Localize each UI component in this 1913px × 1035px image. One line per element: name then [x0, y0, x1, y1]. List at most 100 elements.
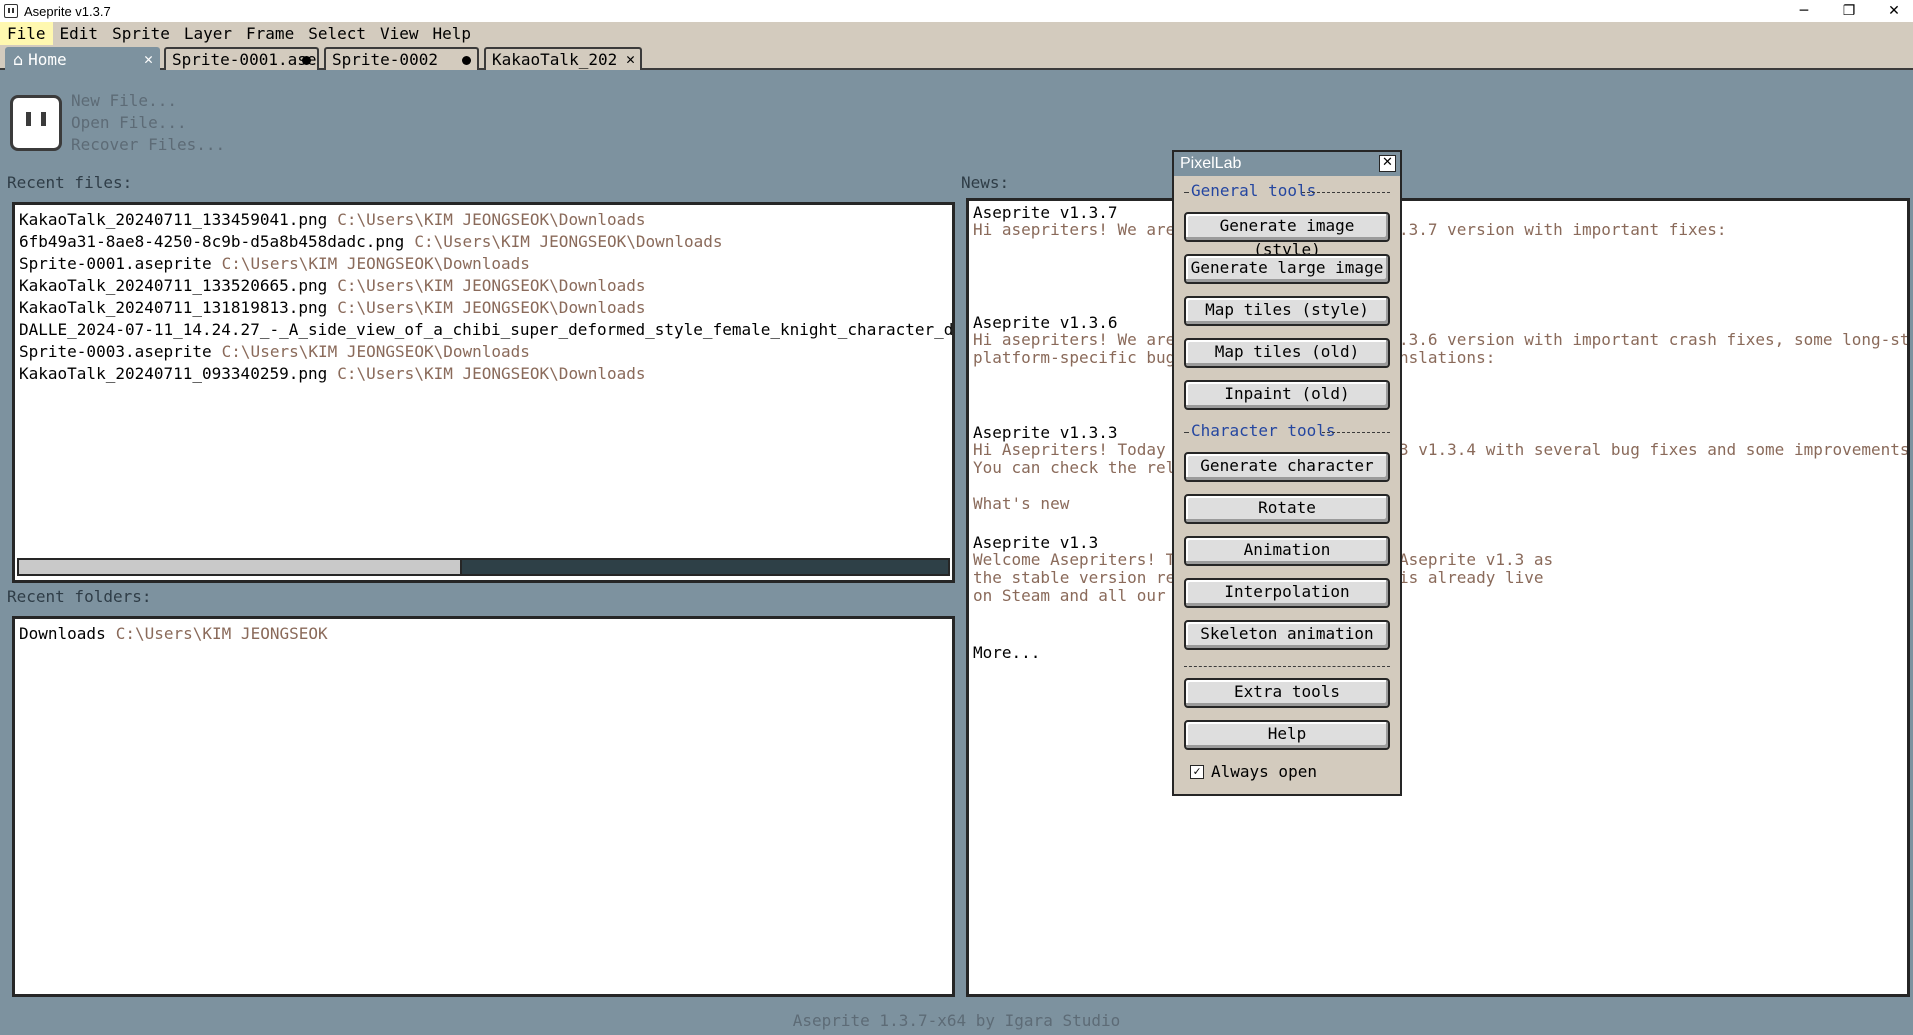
minimize-button[interactable]: ─	[1781, 0, 1827, 22]
news-text: is already live	[1399, 568, 1544, 587]
tab-home[interactable]: ⌂ Home ✕	[5, 47, 160, 70]
maximize-button[interactable]: ❐	[1826, 0, 1872, 22]
window-title: Aseprite v1.3.7	[24, 3, 111, 19]
menu-help[interactable]: Help	[426, 22, 479, 45]
list-item[interactable]: KakaoTalk_20240711_133520665.png C:\Users…	[19, 275, 646, 297]
news-text: 3 v1.3.4 with several bug fixes and some…	[1399, 440, 1910, 459]
file-path: C:\Users\KIM JEONGSEOK\Downloads	[337, 298, 646, 317]
title-bar: Aseprite v1.3.7 ─ ❐ ✕	[0, 0, 1913, 22]
news-text: nslations:	[1399, 348, 1496, 367]
always-open-label: Always open	[1211, 762, 1317, 781]
rotate-button[interactable]: Rotate	[1184, 494, 1390, 524]
file-path: C:\Users\KIM JEONGSEOK\Downloads	[337, 210, 646, 229]
file-path: C:\Users\KIM JEONGSEOK\Downloads	[337, 276, 646, 295]
list-item[interactable]: Sprite-0001.aseprite C:\Users\KIM JEONGSE…	[19, 253, 530, 275]
news-text: Hi asepriters! We are re	[973, 330, 1205, 349]
general-tools-label: General tools	[1191, 181, 1317, 200]
close-window-button[interactable]: ✕	[1871, 0, 1913, 22]
list-item[interactable]: KakaoTalk_20240711_133459041.png C:\Users…	[19, 209, 646, 231]
news-text: Welcome Asepriters! To	[973, 550, 1185, 569]
animation-button[interactable]: Animation	[1184, 536, 1390, 566]
tab-bar: ⌂ Home ✕ Sprite-0001.ase Sprite-0002 Kak…	[0, 45, 1913, 70]
file-name: 6fb49a31-8ae8-4250-8c9b-d5a8b458dadc.png	[19, 232, 405, 251]
list-item[interactable]: DALLE_2024-07-11_14.24.27_-_A_side_view_…	[19, 319, 955, 341]
interpolation-button[interactable]: Interpolation	[1184, 578, 1390, 608]
menu-file[interactable]: File	[0, 22, 53, 45]
close-icon[interactable]: ✕	[626, 50, 635, 68]
menu-frame[interactable]: Frame	[239, 22, 301, 45]
news-text: Hi asepriters! We are re	[973, 220, 1205, 239]
list-item[interactable]: Sprite-0003.aseprite C:\Users\KIM JEONGSE…	[19, 341, 530, 363]
news-panel: Aseprite v1.3.7 Hi asepriters! We are re.…	[966, 198, 1910, 997]
modified-dot-icon	[302, 56, 311, 65]
new-file-link[interactable]: New File...	[71, 91, 177, 110]
footer-text: Aseprite 1.3.7-x64 by Igara Studio	[792, 1011, 1121, 1030]
news-label: News:	[961, 173, 1010, 192]
map-tiles-old-button[interactable]: Map tiles (old)	[1184, 338, 1390, 368]
file-path: C:\Users\KIM JEONGSEOK\Downloads	[221, 254, 530, 273]
news-text: Hi Asepriters! Today we	[973, 440, 1195, 459]
file-name: Sprite-0003.aseprite	[19, 342, 212, 361]
separator	[1302, 192, 1390, 193]
menu-layer[interactable]: Layer	[177, 22, 239, 45]
tab-sprite-0001-label: Sprite-0001.ase	[172, 50, 317, 69]
file-name: KakaoTalk_20240711_093340259.png	[19, 364, 328, 383]
file-name: Sprite-0001.aseprite	[19, 254, 212, 273]
extra-tools-button[interactable]: Extra tools	[1184, 678, 1390, 708]
news-text: .3.7 version with important fixes:	[1399, 220, 1727, 239]
tab-sprite-0002[interactable]: Sprite-0002	[324, 47, 479, 70]
menu-sprite[interactable]: Sprite	[105, 22, 177, 45]
generate-large-image-button[interactable]: Generate large image	[1184, 254, 1390, 284]
close-icon[interactable]: ✕	[1379, 155, 1396, 172]
more-news-link[interactable]: More...	[973, 643, 1040, 662]
file-path: C:\Users\KIM JEONGSEOK\Downloads	[221, 342, 530, 361]
folder-name: Downloads	[19, 624, 106, 643]
pixellab-dialog: PixelLab ✕ General tools Generate image …	[1172, 150, 1402, 796]
close-icon[interactable]: ✕	[144, 50, 153, 68]
generate-character-button[interactable]: Generate character	[1184, 452, 1390, 482]
file-name: DALLE_2024-07-11_14.24.27_-_A_side_view_…	[19, 320, 955, 339]
news-text: You can check the rele	[973, 458, 1185, 477]
map-tiles-style-button[interactable]: Map tiles (style)	[1184, 296, 1390, 326]
scrollbar-thumb[interactable]	[19, 560, 462, 574]
tab-sprite-0002-label: Sprite-0002	[332, 50, 438, 69]
news-text: Aseprite v1.3 as	[1399, 550, 1554, 569]
list-item[interactable]: KakaoTalk_20240711_131819813.png C:\Users…	[19, 297, 646, 319]
horizontal-scrollbar[interactable]	[17, 558, 950, 576]
recent-files-label: Recent files:	[7, 173, 133, 192]
recover-files-link[interactable]: Recover Files...	[71, 135, 225, 154]
file-name: KakaoTalk_20240711_133459041.png	[19, 210, 328, 229]
separator	[1184, 192, 1189, 193]
list-item[interactable]: KakaoTalk_20240711_093340259.png C:\Users…	[19, 363, 646, 385]
menu-bar: File Edit Sprite Layer Frame Select View…	[0, 22, 1913, 45]
file-path: C:\Users\KIM JEONGSEOK\Downloads	[337, 364, 646, 383]
generate-image-style-button[interactable]: Generate image (style)	[1184, 212, 1390, 259]
recent-files-panel: KakaoTalk_20240711_133459041.png C:\Users…	[12, 202, 955, 583]
news-text: .3.6 version with important crash fixes,…	[1399, 330, 1910, 349]
help-button[interactable]: Help	[1184, 720, 1390, 750]
recent-folders-label: Recent folders:	[7, 587, 152, 606]
tab-kakaotalk[interactable]: KakaoTalk_202 ✕	[484, 47, 642, 70]
separator	[1184, 432, 1189, 433]
open-file-link[interactable]: Open File...	[71, 113, 187, 132]
character-tools-label: Character tools	[1191, 421, 1336, 440]
always-open-checkbox[interactable]: ✓	[1190, 765, 1204, 779]
inpaint-old-button[interactable]: Inpaint (old)	[1184, 380, 1390, 410]
tab-home-label: Home	[28, 50, 67, 69]
menu-edit[interactable]: Edit	[53, 22, 106, 45]
list-item[interactable]: Downloads C:\Users\KIM JEONGSEOK	[19, 623, 328, 645]
menu-select[interactable]: Select	[301, 22, 373, 45]
pixellab-title: PixelLab	[1174, 152, 1400, 176]
news-text: platform-specific bug fi	[973, 348, 1205, 367]
skeleton-animation-button[interactable]: Skeleton animation	[1184, 620, 1390, 650]
news-text: What's new	[973, 494, 1070, 513]
aseprite-logo-icon	[4, 4, 18, 18]
tab-sprite-0001[interactable]: Sprite-0001.ase	[164, 47, 319, 70]
list-item[interactable]: 6fb49a31-8ae8-4250-8c9b-d5a8b458dadc.png…	[19, 231, 723, 253]
news-text: on Steam and all our pl	[973, 586, 1195, 605]
separator	[1184, 666, 1390, 667]
news-text: the stable version repla	[973, 568, 1205, 587]
menu-view[interactable]: View	[373, 22, 426, 45]
tab-kakaotalk-label: KakaoTalk_202	[492, 50, 618, 69]
separator	[1322, 432, 1390, 433]
